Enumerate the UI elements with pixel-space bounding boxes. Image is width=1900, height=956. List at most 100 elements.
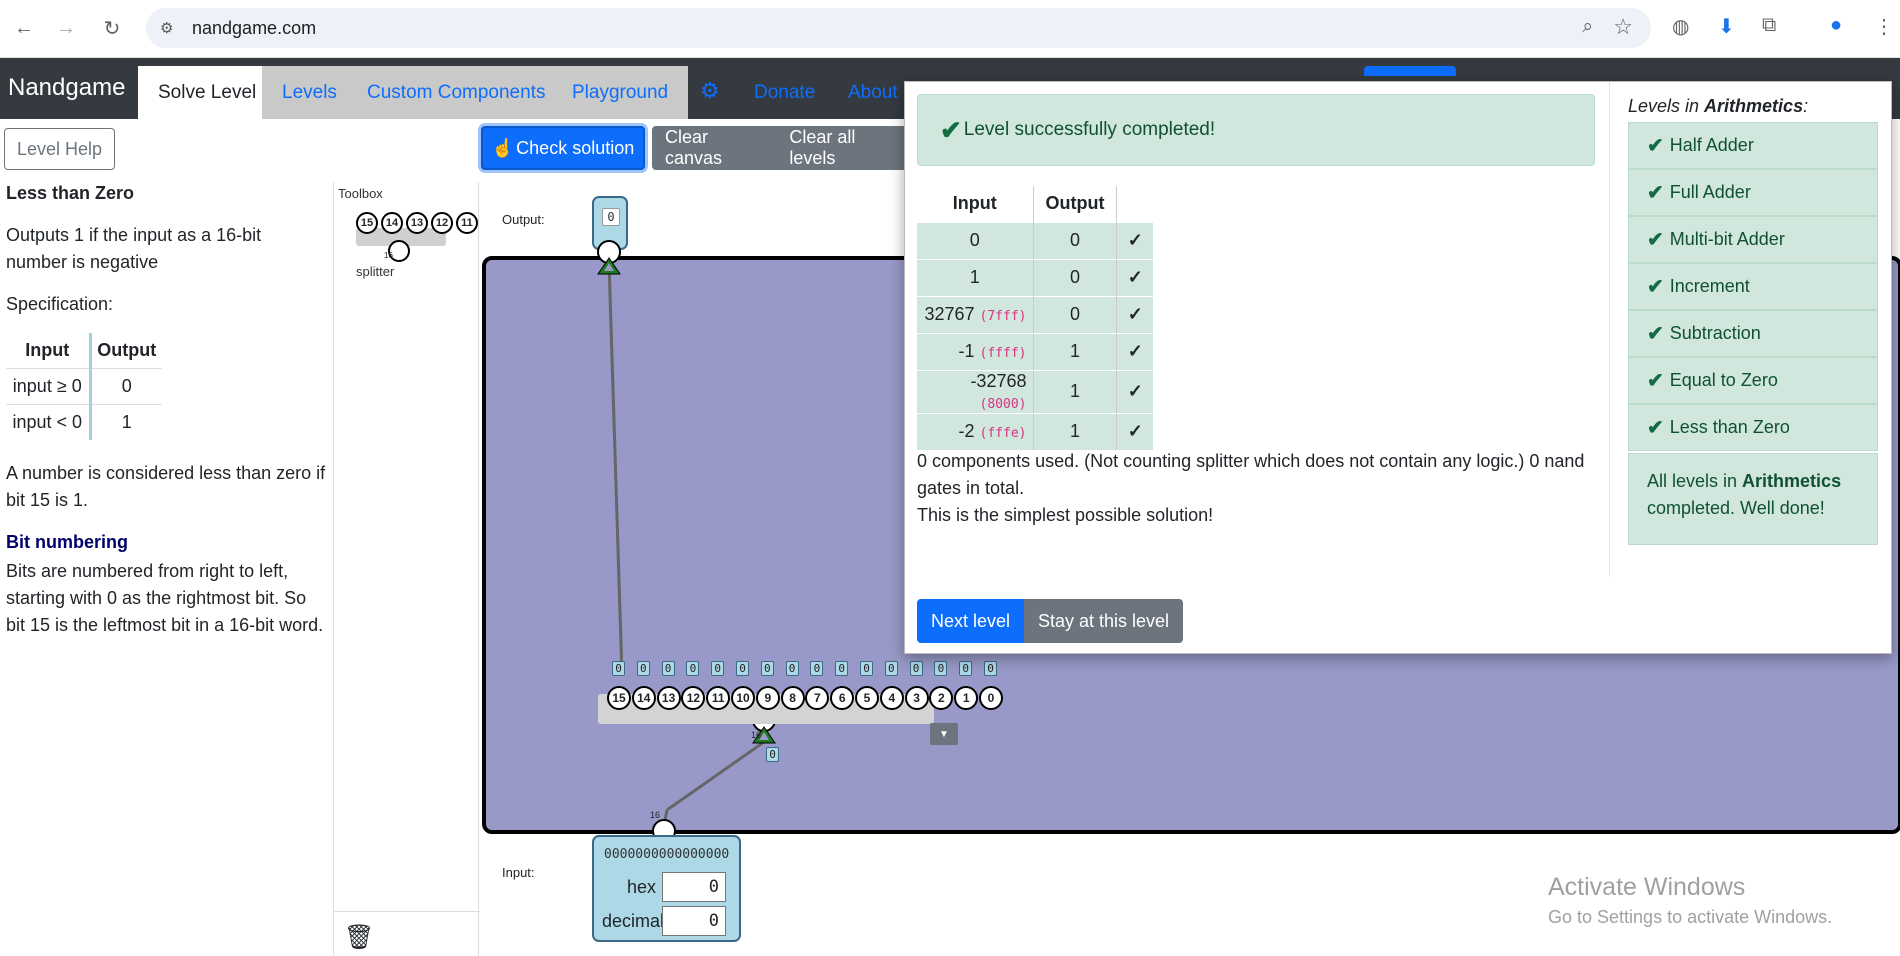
splitter-output-value: 0	[884, 661, 898, 676]
checkmark-icon: ✔	[1647, 417, 1664, 439]
clear-buttons-group: Clear canvas Clear all levels	[652, 126, 912, 170]
hex-input[interactable]: 0	[662, 872, 726, 902]
clear-canvas-button[interactable]: Clear canvas	[652, 127, 776, 169]
splitter-output-value: 0	[612, 661, 625, 676]
splitter-bit-connector[interactable]: 13	[656, 686, 681, 710]
level-item-label: Subtraction	[1669, 323, 1761, 343]
result-check-cell: ✓	[1116, 295, 1153, 333]
table-row: 32767 (7fff) 0 ✓	[917, 295, 1153, 333]
result-input-cell: 32767 (7fff)	[917, 295, 1033, 333]
result-input-value: 0	[969, 230, 980, 250]
result-input-value: -2	[958, 421, 975, 442]
level-item[interactable]: ✔ Half Adder	[1628, 122, 1878, 169]
table-row: -2 (fffe) 1 ✓	[917, 412, 1153, 450]
result-output-cell: 0	[1032, 295, 1117, 333]
decimal-label: decimal	[602, 910, 665, 931]
level-item-label: Half Adder	[1669, 135, 1754, 155]
checkmark-icon: ✔	[1647, 323, 1664, 345]
wire-width-label: 16	[650, 810, 661, 820]
splitter-output-value: 0	[810, 661, 824, 676]
level-item-label: Full Adder	[1669, 182, 1751, 202]
result-popup: ✔ Level successfully completed! Input Ou…	[904, 81, 1892, 654]
done-prefix: All levels in	[1647, 471, 1743, 491]
all-levels-completed: All levels in Arithmetics completed. Wel…	[1628, 453, 1878, 545]
checkmark-icon: ✔	[1647, 370, 1664, 392]
result-input-cell: -2 (fffe)	[917, 412, 1033, 450]
done-suffix: completed. Well done!	[1647, 498, 1825, 518]
splitter-output-value: 0	[760, 661, 774, 676]
splitter-bit-connector[interactable]: 14	[631, 686, 656, 710]
result-input-cell: -1 (ffff)	[917, 332, 1033, 370]
decimal-input[interactable]: 0	[662, 906, 726, 936]
level-item-label: Multi-bit Adder	[1669, 229, 1785, 249]
result-input-hex: (7fff)	[979, 309, 1027, 324]
splitter-bit-connector[interactable]: 4	[879, 686, 904, 710]
checkmark-icon: ✔	[1647, 135, 1664, 157]
splitter-bit-connector[interactable]: 6	[830, 686, 855, 710]
checkmark-icon: ✔	[1647, 229, 1664, 251]
levels-title-prefix: Levels in	[1628, 96, 1705, 116]
level-item[interactable]: ✔ Multi-bit Adder	[1628, 216, 1878, 263]
splitter-bit-connector[interactable]: 1	[954, 686, 979, 710]
result-input-value: -1	[958, 341, 975, 361]
result-input-cell: -32768 (8000)	[917, 369, 1033, 413]
levels-list: ✔ Half Adder ✔ Full Adder ✔ Multi-bit Adder ✔ I…	[1628, 122, 1878, 451]
splitter-bit-connector[interactable]: 15	[607, 686, 631, 710]
levels-title-group: Arithmetics	[1704, 96, 1804, 116]
splitter-output-value: 0	[785, 661, 799, 676]
output-wire[interactable]	[607, 261, 624, 677]
level-item[interactable]: ✔ Equal to Zero	[1628, 357, 1878, 404]
result-output-cell: 0	[1032, 258, 1117, 296]
splitter-output-value: 0	[661, 661, 675, 676]
splitter-dropdown-button[interactable]: ▼	[930, 723, 958, 745]
result-check-cell: ✓	[1116, 258, 1153, 296]
result-table: Input Output 0 0 ✓ 1 0 ✓ 32767 (7fff) 0 ✓ -1 (fff…	[917, 186, 1153, 450]
simplest-solution-text: This is the simplest possible solution!	[917, 505, 1214, 525]
result-check-cell: ✓	[1116, 332, 1153, 370]
done-group: Arithmetics	[1742, 471, 1842, 491]
components-used-text: 0 components used. (Not counting splitte…	[917, 451, 1585, 498]
level-item[interactable]: ✔ Increment	[1628, 263, 1878, 310]
clear-all-levels-button[interactable]: Clear all levels	[776, 127, 912, 169]
result-input-value: -32768	[970, 370, 1027, 391]
result-input-hex: (fffe)	[979, 426, 1027, 442]
levels-title: Levels in Arithmetics:	[1628, 96, 1808, 117]
success-alert: ✔ Level successfully completed!	[917, 94, 1595, 166]
level-item-label: Increment	[1669, 276, 1750, 296]
result-input-hex: (8000)	[979, 396, 1027, 412]
checkmark-icon: ✔	[1647, 182, 1664, 204]
next-level-button[interactable]: Next level	[917, 599, 1024, 643]
splitter-bit-connector[interactable]: 0	[979, 686, 1003, 710]
splitter-bit-connector[interactable]: 3	[904, 686, 929, 710]
splitter-bit-connector[interactable]: 10	[731, 686, 755, 710]
result-header-input: Input	[917, 186, 1033, 222]
result-input-value: 1	[969, 267, 980, 287]
check-solution-button[interactable]: ☝ Check solution	[481, 126, 645, 170]
result-header-output: Output	[1032, 186, 1117, 222]
splitter-output-value: 0	[686, 661, 700, 676]
result-output-cell: 0	[1032, 221, 1117, 259]
thumbs-up-icon: ☝	[491, 137, 515, 158]
result-header-check	[1116, 186, 1153, 222]
popup-divider	[1609, 82, 1610, 577]
input-bits: 0000000000000000	[604, 847, 730, 862]
splitter-bit-connector[interactable]: 9	[755, 686, 780, 710]
stay-at-level-button[interactable]: Stay at this level	[1024, 599, 1183, 643]
level-item[interactable]: ✔ Less than Zero	[1628, 404, 1878, 451]
table-row: 0 0 ✓	[917, 221, 1153, 259]
level-item[interactable]: ✔ Subtraction	[1628, 310, 1878, 357]
result-rows: 0 0 ✓ 1 0 ✓ 32767 (7fff) 0 ✓ -1 (ffff) 1 ✓ -32768 (8…	[917, 221, 1153, 450]
splitter-bit-connector[interactable]: 11	[706, 686, 731, 710]
input-wire[interactable]	[666, 740, 765, 812]
check-solution-label: Check solution	[516, 137, 635, 158]
splitter-output-value: 0	[711, 661, 725, 676]
splitter-output-value: 0	[736, 661, 749, 676]
level-item[interactable]: ✔ Full Adder	[1628, 169, 1878, 216]
result-input-value: 32767	[924, 304, 975, 324]
result-output-cell: 1	[1032, 369, 1117, 413]
splitter-bit-connector[interactable]: 8	[780, 686, 805, 710]
splitter-bit-connector[interactable]: 5	[855, 686, 879, 710]
splitter-width-label: 16	[751, 730, 762, 740]
windows-watermark-title: Activate Windows	[1548, 873, 1746, 901]
hex-label: hex	[626, 876, 656, 897]
